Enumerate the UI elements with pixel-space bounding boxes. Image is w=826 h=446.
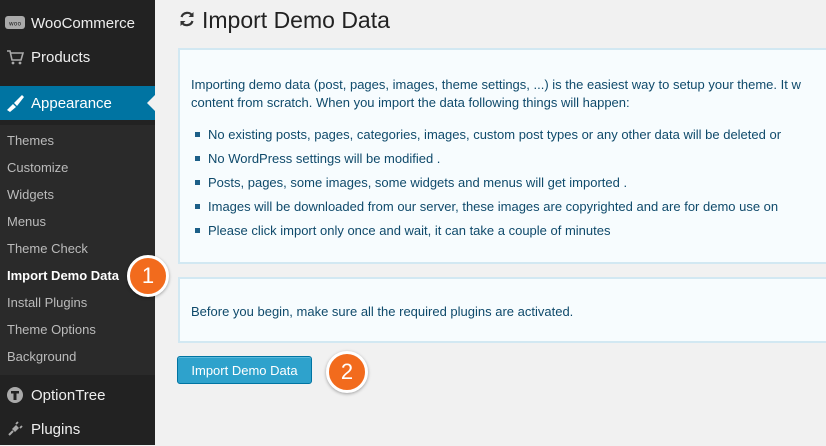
menu-products[interactable]: Products: [0, 40, 155, 74]
submenu-customize[interactable]: Customize: [7, 160, 68, 176]
appearance-submenu: Themes Customize Widgets Menus Theme Che…: [0, 125, 155, 375]
submenu-theme-check[interactable]: Theme Check: [7, 241, 88, 257]
prerequisite-text: Before you begin, make sure all the requ…: [191, 304, 574, 319]
menu-label: WooCommerce: [31, 14, 135, 32]
menu-label: OptionTree: [31, 386, 106, 404]
submenu-themes[interactable]: Themes: [7, 133, 54, 149]
submenu-background[interactable]: Background: [7, 349, 76, 365]
import-info-notice: Importing demo data (post, pages, images…: [178, 48, 826, 264]
menu-label: Plugins: [31, 420, 81, 438]
list-item: Posts, pages, some images, some widgets …: [194, 174, 781, 198]
svg-text:woo: woo: [9, 21, 22, 28]
page-title-text: Import Demo Data: [202, 7, 390, 33]
plug-icon: [4, 418, 26, 440]
list-item: Images will be downloaded from our serve…: [194, 198, 781, 222]
list-item: Please click import only once and wait, …: [194, 222, 781, 246]
step-badge-1: 1: [127, 255, 169, 297]
optiontree-icon: [4, 384, 26, 406]
submenu-widgets[interactable]: Widgets: [7, 187, 54, 203]
submenu-install-plugins[interactable]: Install Plugins: [7, 295, 87, 311]
page-title: Import Demo Data: [178, 7, 390, 34]
submenu-theme-options[interactable]: Theme Options: [7, 322, 96, 338]
import-effects-list: No existing posts, pages, categories, im…: [194, 126, 781, 246]
intro-line: content from scratch. When you import th…: [191, 95, 630, 110]
menu-optiontree[interactable]: OptionTree: [0, 378, 155, 412]
intro-line: Importing demo data (post, pages, images…: [191, 77, 801, 92]
paintbrush-icon: [4, 92, 26, 114]
menu-label: Products: [31, 48, 91, 66]
submenu-import-demo-data[interactable]: Import Demo Data: [7, 268, 119, 284]
refresh-icon: [178, 7, 196, 34]
woocommerce-icon: woo: [4, 12, 26, 34]
list-item: No existing posts, pages, categories, im…: [194, 126, 781, 150]
list-item: No WordPress settings will be modified .: [194, 150, 781, 174]
import-demo-data-button[interactable]: Import Demo Data: [177, 356, 312, 384]
menu-appearance[interactable]: Appearance: [0, 86, 155, 120]
step-badge-2: 2: [326, 351, 368, 393]
menu-woocommerce[interactable]: woo WooCommerce: [0, 6, 155, 40]
admin-sidebar: woo WooCommerce Products Appearance Them…: [0, 0, 155, 445]
submenu-menus[interactable]: Menus: [7, 214, 46, 230]
cart-icon: [4, 46, 26, 68]
prerequisite-notice: Before you begin, make sure all the requ…: [178, 277, 826, 343]
menu-label: Appearance: [31, 94, 112, 112]
intro-text: Importing demo data (post, pages, images…: [191, 76, 826, 112]
menu-plugins[interactable]: Plugins: [0, 412, 155, 446]
